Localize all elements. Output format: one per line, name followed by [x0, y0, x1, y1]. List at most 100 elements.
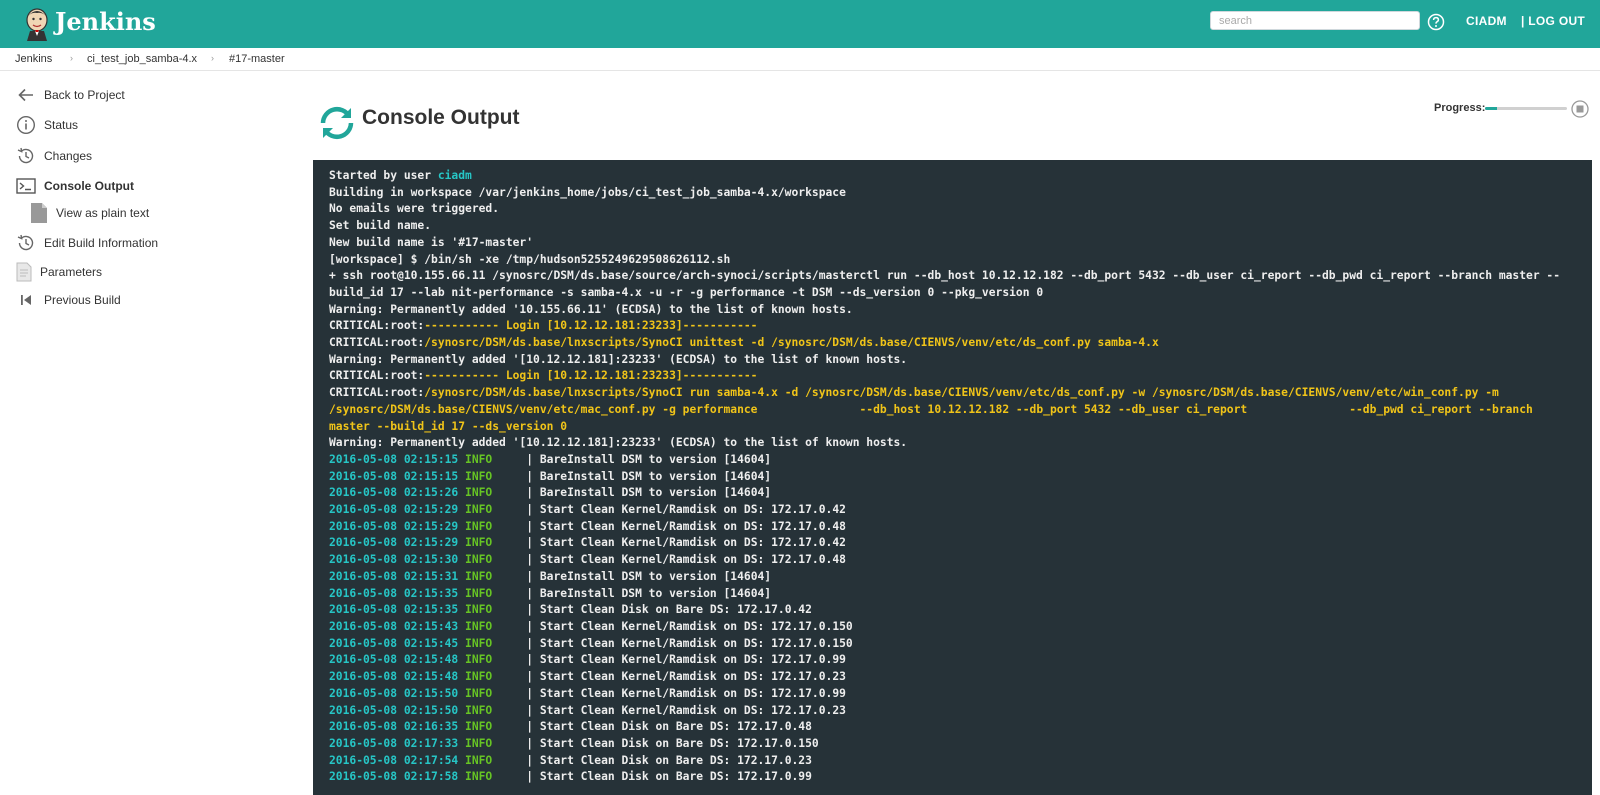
top-header: Jenkins CIADM | LOG OUT	[0, 0, 1600, 48]
breadcrumb-separator-icon[interactable]: ›	[211, 53, 214, 63]
console-line: 2016-05-08 02:15:45 INFO | Start Clean K…	[329, 636, 1576, 653]
console-text: | Start Clean Disk on Bare DS: 172.17.0.…	[492, 770, 812, 784]
console-text: 2016-05-08 02:15:35	[329, 603, 466, 617]
console-line: 2016-05-08 02:15:35 INFO | Start Clean D…	[329, 602, 1576, 619]
history-icon	[17, 234, 34, 251]
breadcrumb: Jenkins › ci_test_job_samba-4.x › #17-ma…	[0, 48, 1600, 71]
console-text: | Start Clean Disk on Bare DS: 172.17.0.…	[492, 753, 812, 767]
progress-bar	[1485, 107, 1567, 110]
search-input[interactable]	[1210, 11, 1420, 30]
breadcrumb-job[interactable]: ci_test_job_samba-4.x	[87, 53, 197, 65]
terminal-icon	[16, 178, 36, 194]
sidebar: Back to Project Status Changes Console O…	[0, 71, 300, 795]
sidebar-item-previous-build[interactable]: Previous Build	[16, 290, 121, 310]
console-line: 2016-05-08 02:15:29 INFO | Start Clean K…	[329, 519, 1576, 536]
console-text: ----------- Login [10.12.12.181:23233]--…	[424, 319, 758, 333]
console-text: 2016-05-08 02:15:35	[329, 586, 466, 600]
console-text: INFO	[465, 586, 493, 600]
console-text: 2016-05-08 02:15:48	[329, 670, 466, 684]
console-line: Set build name.	[329, 218, 1576, 235]
console-text: INFO	[465, 653, 493, 667]
console-text: | Start Clean Kernel/Ramdisk on DS: 172.…	[492, 619, 853, 633]
app-name[interactable]: Jenkins	[55, 7, 156, 36]
console-text: INFO	[465, 636, 493, 650]
console-text: | Start Clean Kernel/Ramdisk on DS: 172.…	[492, 503, 846, 517]
console-text: | Start Clean Kernel/Ramdisk on DS: 172.…	[492, 670, 846, 684]
console-text: /synosrc/DSM/ds.base/lnxscripts/SynoCI u…	[424, 336, 1159, 350]
console-text: INFO	[465, 770, 493, 784]
console-line: 2016-05-08 02:15:26 INFO | BareInstall D…	[329, 485, 1576, 502]
console-text: INFO	[465, 519, 493, 533]
user-link[interactable]: CIADM	[1466, 14, 1507, 28]
console-line: + ssh root@10.155.66.11 /synosrc/DSM/ds.…	[329, 268, 1576, 301]
console-text: | Start Clean Kernel/Ramdisk on DS: 172.…	[492, 519, 846, 533]
console-line: 2016-05-08 02:15:48 INFO | Start Clean K…	[329, 652, 1576, 669]
console-text: | Start Clean Kernel/Ramdisk on DS: 172.…	[492, 636, 853, 650]
console-text: | BareInstall DSM to version [14604]	[492, 469, 772, 483]
sidebar-item-edit-build-information[interactable]: Edit Build Information	[16, 233, 158, 253]
console-line: 2016-05-08 02:15:29 INFO | Start Clean K…	[329, 502, 1576, 519]
console-line: Building in workspace /var/jenkins_home/…	[329, 185, 1576, 202]
console-line: 2016-05-08 02:15:29 INFO | Start Clean K…	[329, 535, 1576, 552]
console-text: 2016-05-08 02:15:29	[329, 503, 466, 517]
console-text: 2016-05-08 02:15:31	[329, 569, 466, 583]
sidebar-item-back-to-project[interactable]: Back to Project	[16, 85, 125, 105]
console-text: INFO	[465, 619, 493, 633]
console-text: INFO	[465, 753, 493, 767]
console-text: Warning: Permanently added '[10.12.12.18…	[329, 436, 908, 450]
console-line: 2016-05-08 02:15:31 INFO | BareInstall D…	[329, 569, 1576, 586]
breadcrumb-separator-icon[interactable]: ›	[70, 53, 73, 63]
console-text: INFO	[465, 452, 493, 466]
console-text: 2016-05-08 02:15:45	[329, 636, 466, 650]
console-text: 2016-05-08 02:17:33	[329, 736, 466, 750]
console-line: 2016-05-08 02:15:50 INFO | Start Clean K…	[329, 686, 1576, 703]
console-text: INFO	[465, 720, 493, 734]
console-text: [workspace] $ /bin/sh -xe /tmp/hudson525…	[329, 252, 731, 266]
sidebar-item-parameters[interactable]: Parameters	[16, 262, 102, 282]
console-output[interactable]: Started by user ciadm Building in workspa…	[313, 160, 1592, 795]
console-text: | BareInstall DSM to version [14604]	[492, 452, 772, 466]
breadcrumb-build[interactable]: #17-master	[229, 53, 285, 65]
console-text: | Start Clean Disk on Bare DS: 172.17.0.…	[492, 720, 812, 734]
console-text: 2016-05-08 02:15:48	[329, 653, 466, 667]
console-text: INFO	[465, 603, 493, 617]
console-text: INFO	[465, 503, 493, 517]
jenkins-butler-logo-icon[interactable]	[22, 7, 52, 41]
sidebar-item-console-output[interactable]: Console Output	[16, 176, 134, 196]
console-text: | Start Clean Kernel/Ramdisk on DS: 172.…	[492, 653, 846, 667]
console-text: | Start Clean Kernel/Ramdisk on DS: 172.…	[492, 703, 846, 717]
stop-build-button[interactable]	[1571, 100, 1589, 118]
console-line: 2016-05-08 02:17:33 INFO | Start Clean D…	[329, 736, 1576, 753]
console-text[interactable]: ciadm	[438, 169, 472, 182]
sidebar-item-view-as-plain-text[interactable]: View as plain text	[30, 202, 149, 224]
console-text: ----------- Login [10.12.12.181:23233]--…	[424, 369, 758, 383]
console-line: CRITICAL:root:/synosrc/DSM/ds.base/lnxsc…	[329, 385, 1576, 435]
console-text: 2016-05-08 02:16:35	[329, 720, 466, 734]
console-text: | Start Clean Disk on Bare DS: 172.17.0.…	[492, 736, 819, 750]
console-line: CRITICAL:root:----------- Login [10.12.1…	[329, 318, 1576, 335]
console-text: 2016-05-08 02:15:26	[329, 486, 466, 500]
console-text: | BareInstall DSM to version [14604]	[492, 586, 772, 600]
console-text: No emails were triggered.	[329, 202, 500, 216]
breadcrumb-jenkins[interactable]: Jenkins	[15, 53, 52, 65]
console-line: 2016-05-08 02:16:35 INFO | Start Clean D…	[329, 719, 1576, 736]
console-line: 2016-05-08 02:15:15 INFO | BareInstall D…	[329, 452, 1576, 469]
console-text: 2016-05-08 02:17:58	[329, 770, 466, 784]
sidebar-item-changes[interactable]: Changes	[16, 146, 92, 166]
console-text: | BareInstall DSM to version [14604]	[492, 569, 772, 583]
console-line: 2016-05-08 02:15:15 INFO | BareInstall D…	[329, 469, 1576, 486]
help-icon[interactable]	[1427, 13, 1445, 31]
console-text: Warning: Permanently added '[10.12.12.18…	[329, 352, 908, 366]
progress-bar-fill	[1485, 107, 1498, 110]
sidebar-item-label: Edit Build Information	[44, 236, 159, 250]
skip-back-icon	[21, 295, 31, 305]
console-line: Started by user ciadm	[329, 168, 1576, 185]
console-text: INFO	[465, 736, 493, 750]
console-text: Warning: Permanently added '10.155.66.11…	[329, 302, 853, 316]
console-text: Building in workspace /var/jenkins_home/…	[329, 185, 846, 199]
sidebar-item-status[interactable]: Status	[16, 115, 78, 135]
logout-link[interactable]: | LOG OUT	[1521, 14, 1585, 28]
console-text: INFO	[465, 553, 493, 567]
document-icon	[16, 262, 32, 282]
progress-label: Progress:	[1434, 102, 1486, 114]
